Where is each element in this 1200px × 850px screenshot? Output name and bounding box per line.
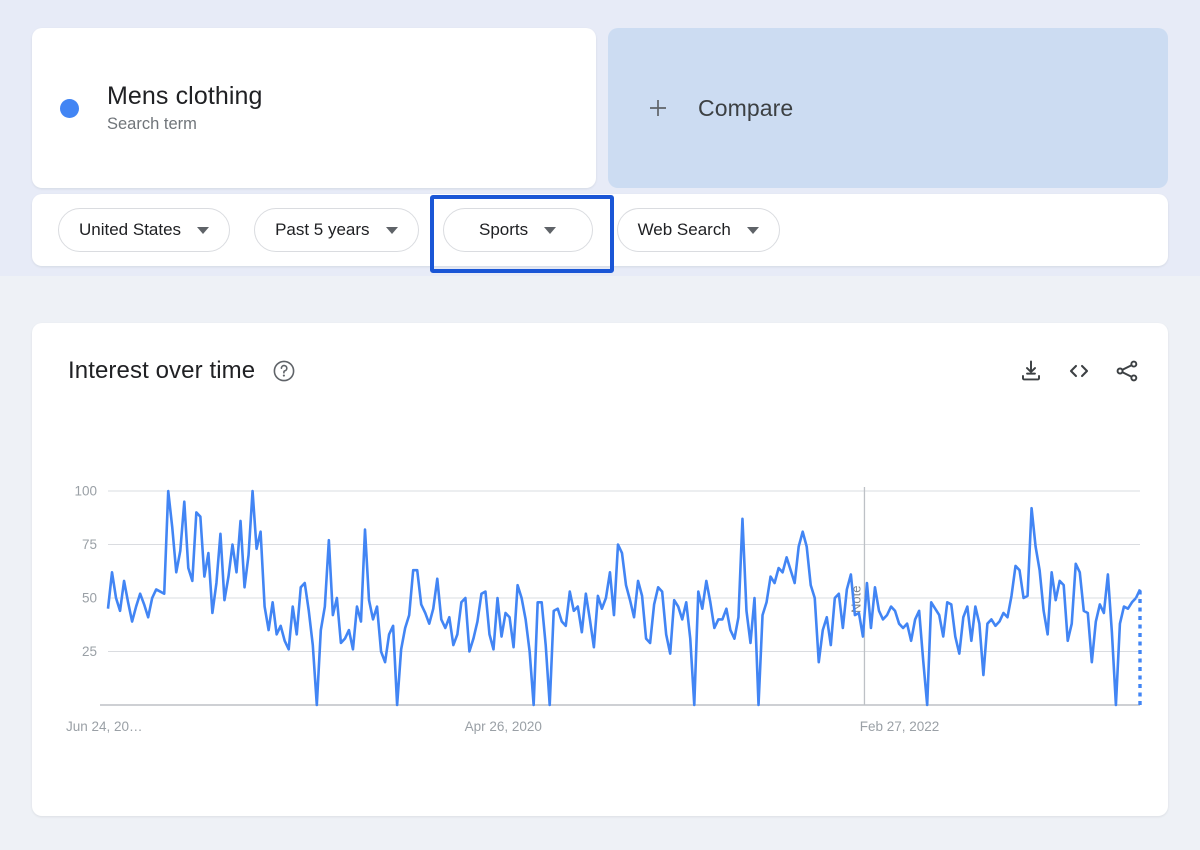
compare-button[interactable]: Compare bbox=[608, 28, 1168, 188]
filter-category[interactable]: Sports bbox=[442, 208, 593, 252]
series-color-dot bbox=[60, 98, 79, 118]
series-line-tail bbox=[1134, 588, 1142, 599]
search-term-card[interactable]: Mens clothing Search term bbox=[32, 28, 596, 188]
y-axis-tick-label: 75 bbox=[82, 537, 97, 552]
x-axis-tick-label: Apr 26, 2020 bbox=[465, 719, 542, 734]
x-axis-tick-label: Jun 24, 20… bbox=[66, 719, 143, 734]
plus-icon bbox=[646, 96, 670, 120]
filter-searchtype[interactable]: Web Search bbox=[616, 208, 780, 252]
chart-header: Interest over time bbox=[68, 357, 1140, 385]
interest-over-time-plot[interactable]: 25 50 75 100 Note Jun 24, 20… Apr 26, 2020 Feb … bbox=[58, 483, 1148, 743]
chevron-down-icon bbox=[197, 226, 210, 234]
chart-svg: 25 50 75 100 Note Jun 24, 20… Apr 26, 2020 Feb … bbox=[66, 484, 1142, 734]
search-term-type: Search term bbox=[107, 115, 197, 134]
embed-code-icon[interactable] bbox=[1066, 358, 1092, 384]
note-annotation-label[interactable]: Note bbox=[848, 586, 863, 613]
compare-label: Compare bbox=[698, 94, 794, 121]
help-circle-icon[interactable] bbox=[272, 359, 296, 383]
filter-timerange[interactable]: Past 5 years bbox=[254, 208, 419, 252]
filter-location[interactable]: United States bbox=[58, 208, 231, 252]
interest-over-time-card: Interest over time 25 50 75 100 Note Jun… bbox=[32, 323, 1168, 816]
query-row: Mens clothing Search term Compare bbox=[32, 28, 1168, 188]
y-axis-tick-label: 50 bbox=[82, 591, 97, 606]
share-icon[interactable] bbox=[1114, 358, 1140, 384]
filter-timerange-wrap: Past 5 years bbox=[254, 208, 419, 252]
filter-location-wrap: United States bbox=[58, 208, 231, 252]
google-trends-page: Mens clothing Search term Compare United… bbox=[0, 0, 1200, 850]
filter-category-label: Sports bbox=[478, 220, 529, 239]
chart-title: Interest over time bbox=[68, 357, 256, 384]
filter-bar: United States Past 5 years Sports Web Se… bbox=[32, 194, 1168, 273]
chevron-down-icon bbox=[385, 226, 398, 234]
y-axis-tick-label: 100 bbox=[74, 484, 97, 499]
chart-actions bbox=[1018, 358, 1140, 384]
search-term-label: Mens clothing bbox=[107, 81, 263, 110]
y-axis-tick-label: 25 bbox=[82, 644, 97, 659]
filter-searchtype-wrap: Web Search bbox=[616, 208, 780, 252]
chevron-down-icon bbox=[544, 226, 557, 234]
x-axis-tick-label: Feb 27, 2022 bbox=[860, 719, 940, 734]
chart-title-group: Interest over time bbox=[68, 357, 296, 385]
filter-timerange-label: Past 5 years bbox=[275, 220, 370, 239]
filter-searchtype-label: Web Search bbox=[637, 220, 731, 239]
filter-category-wrap: Sports bbox=[429, 195, 614, 273]
download-icon[interactable] bbox=[1018, 358, 1044, 384]
filter-location-label: United States bbox=[79, 220, 182, 239]
chevron-down-icon bbox=[746, 226, 759, 234]
